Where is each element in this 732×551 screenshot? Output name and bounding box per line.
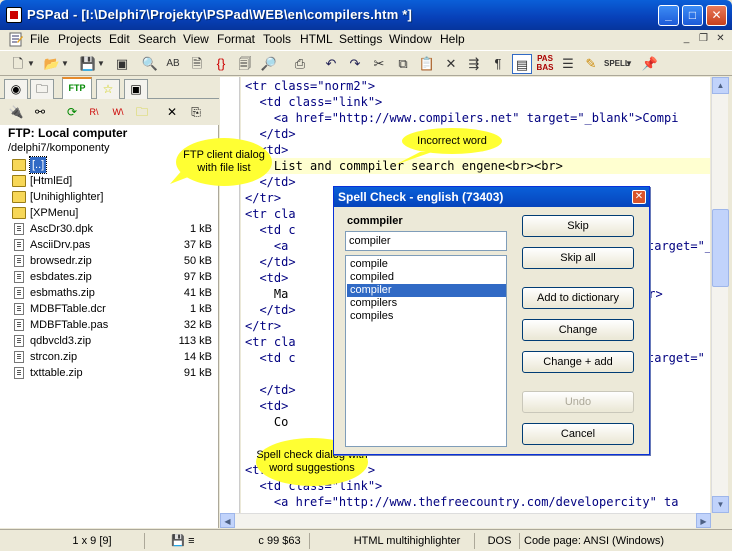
skip-all-button[interactable]: Skip all xyxy=(522,247,634,269)
dialog-close-button[interactable]: ✕ xyxy=(632,190,646,204)
suggestion-item[interactable]: compiles xyxy=(347,310,506,323)
cancel-button[interactable]: Cancel xyxy=(522,423,634,445)
balloon-ftp: FTP client dialog with file list xyxy=(176,138,272,186)
suggestion-list[interactable]: compile compiled compiler compilers compiles xyxy=(345,255,507,447)
balloon-incorrect: Incorrect word xyxy=(402,128,502,154)
balloon-ftp-text: FTP client dialog with file list xyxy=(183,149,265,174)
spell-check-dialog: Spell Check - english (73403) ✕ commpile… xyxy=(333,186,650,455)
add-to-dictionary-button[interactable]: Add to dictionary xyxy=(522,287,634,309)
suggestion-item[interactable]: compilers xyxy=(347,297,506,310)
suggestion-item[interactable]: compile xyxy=(347,258,506,271)
suggestion-item[interactable]: compiled xyxy=(347,271,506,284)
change-button[interactable]: Change xyxy=(522,319,634,341)
replacement-input[interactable]: compiler xyxy=(345,231,507,251)
pspad-window: PSPad - [I:\Delphi7\Projekty\PSPad\WEB\e… xyxy=(0,0,732,551)
change-add-button[interactable]: Change + add xyxy=(522,351,634,373)
dialog-title: Spell Check - english (73403) xyxy=(334,187,649,207)
misspelled-word: commpiler xyxy=(347,215,403,227)
suggestion-item[interactable]: compiler xyxy=(347,284,506,297)
undo-button[interactable]: Undo xyxy=(522,391,634,413)
balloon-incorrect-text: Incorrect word xyxy=(417,134,487,147)
skip-button[interactable]: Skip xyxy=(522,215,634,237)
